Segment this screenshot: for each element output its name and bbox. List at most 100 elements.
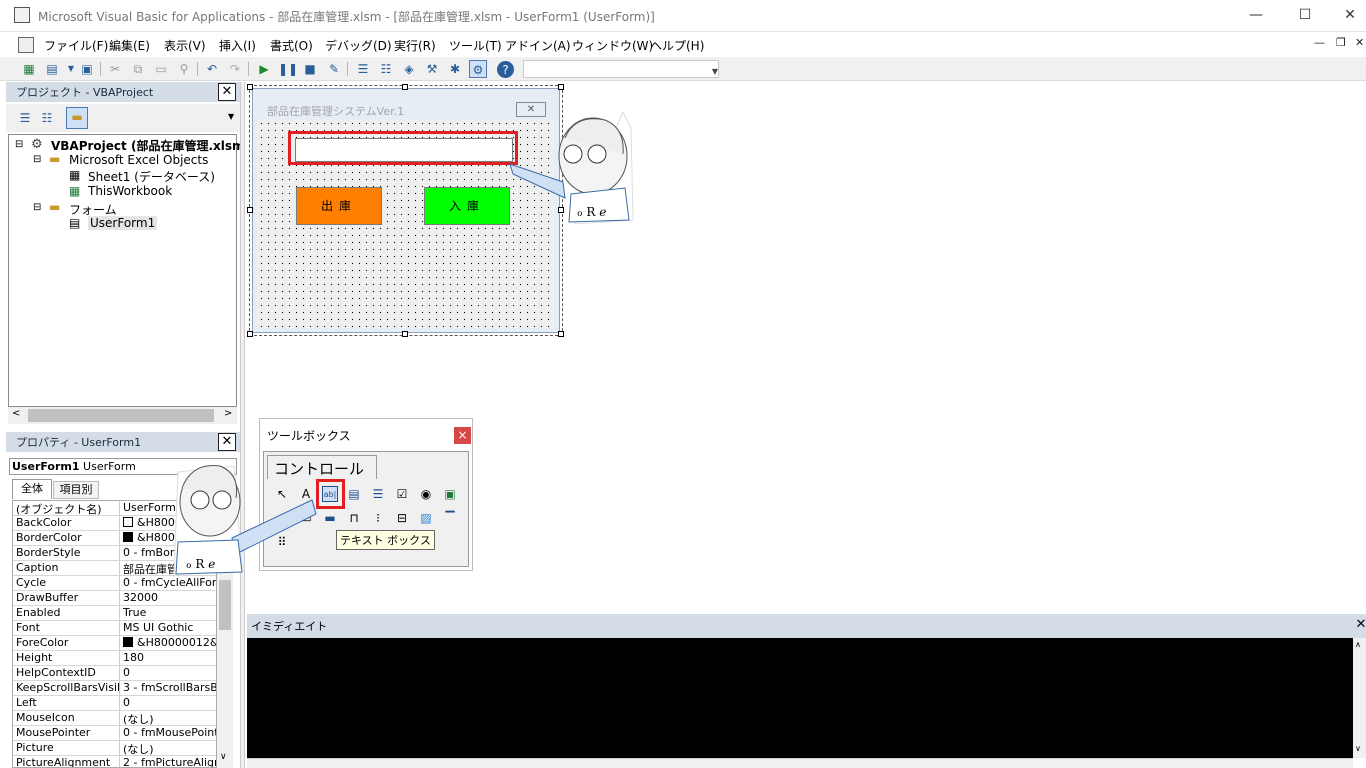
property-row[interactable]: ForeColor &H80000012& (13, 636, 216, 651)
toolbox-icon[interactable]: ⚒ (423, 60, 441, 78)
help-icon[interactable]: ? (497, 61, 514, 78)
menu-insert[interactable]: 挿入(I) (219, 37, 256, 54)
property-row[interactable]: MousePointer 0 - fmMousePointe (13, 726, 216, 741)
optionbutton-tool-icon[interactable]: ◉ (418, 486, 434, 502)
excel-icon[interactable]: ▦ (20, 60, 38, 78)
view-code-icon[interactable]: ☰ (16, 109, 34, 127)
mdi-minimize-button[interactable]: — (1314, 36, 1325, 49)
property-row[interactable]: HelpContextID 0 (13, 666, 216, 681)
maximize-button[interactable]: ☐ (1293, 4, 1317, 26)
tree-excel-objects[interactable]: Microsoft Excel Objects (69, 153, 208, 167)
panel-scroll-arrow-icon[interactable]: ▼ (228, 112, 234, 121)
view-object-icon[interactable]: ☷ (38, 109, 56, 127)
project-explorer-icon[interactable]: ☰ (354, 60, 372, 78)
menu-tools[interactable]: ツール(T) (449, 37, 502, 54)
toolbar-options-icon[interactable]: ▼ (706, 63, 724, 81)
property-value[interactable]: 2 - fmPictureAlign (120, 756, 216, 767)
tree-sheet1[interactable]: Sheet1 (データベース) (88, 168, 215, 185)
image-tool-icon[interactable]: ▨ (418, 510, 434, 526)
scroll-up-icon[interactable]: ∧ (1355, 640, 1361, 649)
property-row[interactable]: Enabled True (13, 606, 216, 621)
property-row[interactable]: PictureAlignment 2 - fmPictureAlign (13, 756, 216, 767)
togglebutton-tool-icon[interactable]: ▣ (442, 486, 458, 502)
property-value[interactable]: MS UI Gothic (120, 621, 216, 635)
resize-handle[interactable] (247, 331, 253, 337)
scroll-left-icon[interactable]: < (12, 408, 20, 419)
resize-handle[interactable] (402, 331, 408, 337)
project-panel-close-button[interactable]: ✕ (218, 83, 236, 101)
property-value[interactable]: 32000 (120, 591, 216, 605)
copy-icon[interactable]: ⧉ (129, 60, 147, 78)
menu-format[interactable]: 書式(O) (270, 37, 313, 54)
reset-icon[interactable]: ■ (301, 60, 319, 78)
property-row[interactable]: KeepScrollBarsVisib 3 - fmScrollBarsB (13, 681, 216, 696)
run-icon[interactable]: ▶ (255, 60, 273, 78)
properties-window-icon[interactable]: ☷ (377, 60, 395, 78)
pause-icon[interactable]: ❚❚ (278, 60, 298, 78)
redo-icon[interactable]: ↷ (226, 60, 244, 78)
property-value[interactable]: 3 - fmScrollBarsB (120, 681, 216, 695)
tree-userform1[interactable]: UserForm1 (88, 216, 158, 230)
button-nyuko[interactable]: 入庫 (424, 187, 510, 225)
multipage-tool-icon[interactable]: ⁝ (370, 510, 386, 526)
form-textbox[interactable] (295, 138, 513, 162)
immediate-hscrollbar[interactable] (247, 758, 1353, 768)
scroll-thumb[interactable] (28, 409, 214, 422)
menu-addins[interactable]: アドイン(A) (505, 37, 571, 54)
property-value[interactable]: 0 (120, 666, 216, 680)
design-mode-icon[interactable]: ✎ (325, 60, 343, 78)
property-row[interactable]: MouseIcon (なし) (13, 711, 216, 726)
scroll-right-icon[interactable]: > (224, 408, 232, 419)
scroll-down-icon[interactable]: ∨ (1355, 744, 1361, 753)
toolbox-toggle-icon[interactable]: ⚙ (469, 60, 487, 78)
property-value[interactable]: 0 - fmCycleAllFor (120, 576, 216, 590)
property-row[interactable]: Height 180 (13, 651, 216, 666)
scroll-thumb[interactable] (219, 580, 231, 630)
object-browser-icon[interactable]: ◈ (400, 60, 418, 78)
mdi-restore-button[interactable]: ❐ (1336, 36, 1346, 49)
commandbutton-tool-icon[interactable]: ▬ (322, 510, 338, 526)
properties-panel-close-button[interactable]: ✕ (218, 433, 236, 451)
tab-categorized[interactable]: 項目別 (53, 481, 99, 499)
property-row[interactable]: DrawBuffer 32000 (13, 591, 216, 606)
minimize-button[interactable]: — (1244, 4, 1268, 26)
menu-edit[interactable]: 編集(E) (109, 37, 150, 54)
tree-root[interactable]: VBAProject (部品在庫管理.xlsm (51, 137, 245, 154)
immediate-vscrollbar[interactable]: ∧ ∨ (1353, 638, 1366, 758)
menu-run[interactable]: 実行(R) (394, 37, 436, 54)
property-row[interactable]: Font MS UI Gothic (13, 621, 216, 636)
save-icon[interactable]: ▣ (78, 60, 96, 78)
property-value[interactable]: 0 - fmMousePointe (120, 726, 216, 740)
control-toolbox-icon[interactable]: ✱ (446, 60, 464, 78)
resize-handle[interactable] (558, 331, 564, 337)
property-value[interactable]: (なし) (120, 741, 216, 755)
tab-alphabetic[interactable]: 全体 (12, 479, 52, 499)
resize-handle[interactable] (247, 207, 253, 213)
menu-view[interactable]: 表示(V) (164, 37, 206, 54)
resize-handle[interactable] (402, 84, 408, 90)
property-row[interactable]: Left 0 (13, 696, 216, 711)
property-value[interactable]: True (120, 606, 216, 620)
checkbox-tool-icon[interactable]: ☑ (394, 486, 410, 502)
listbox-tool-icon[interactable]: ☰ (370, 486, 386, 502)
menu-window[interactable]: ウィンドウ(W) (572, 37, 653, 54)
menu-help[interactable]: ヘルプ(H) (650, 37, 704, 54)
menu-file[interactable]: ファイル(F) (44, 37, 108, 54)
menu-debug[interactable]: デバッグ(D) (325, 37, 392, 54)
tabstrip-tool-icon[interactable]: ⊓ (346, 510, 362, 526)
toolbox-close-button[interactable]: × (454, 427, 471, 444)
resize-handle[interactable] (247, 84, 253, 90)
immediate-close-button[interactable]: ✕ (1352, 617, 1366, 635)
insert-userform-icon[interactable]: ▤ (43, 60, 61, 78)
collapse-root-icon[interactable]: ⊟ (15, 139, 23, 150)
property-value[interactable]: 180 (120, 651, 216, 665)
immediate-window-body[interactable] (247, 638, 1353, 758)
cut-icon[interactable]: ✂ (106, 60, 124, 78)
property-value[interactable]: (なし) (120, 711, 216, 725)
mdi-close-button[interactable]: ✕ (1355, 36, 1364, 49)
toggle-folders-icon[interactable]: ▬ (66, 107, 88, 129)
find-icon[interactable]: ⚲ (175, 60, 193, 78)
scroll-down-icon[interactable]: ∨ (220, 752, 227, 762)
refedit-tool-icon[interactable]: ▔ (442, 510, 458, 526)
collapse-excel-objects-icon[interactable]: ⊟ (33, 154, 41, 165)
